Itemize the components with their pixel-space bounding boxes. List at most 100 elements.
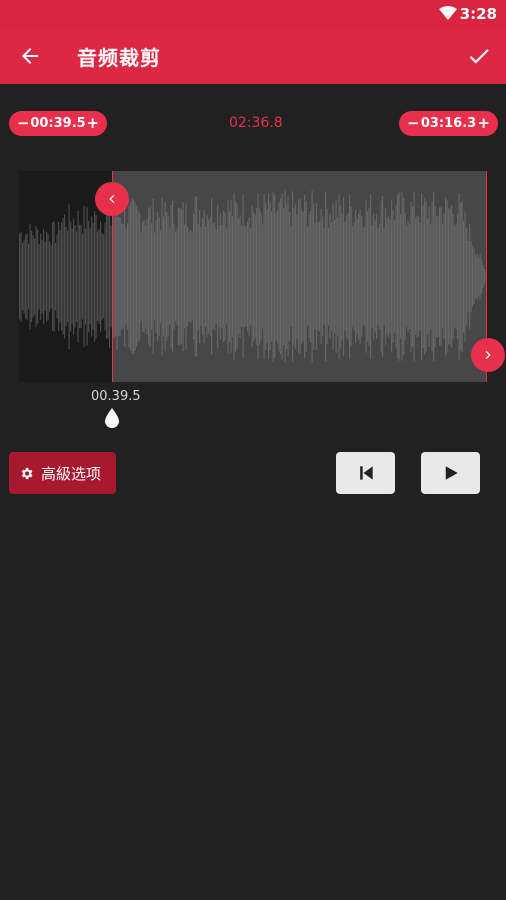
waveform-bar bbox=[341, 213, 343, 340]
waveform-bar bbox=[184, 224, 186, 329]
waveform-bar bbox=[419, 222, 421, 331]
waveform-bar bbox=[460, 202, 462, 351]
start-decrease-button[interactable]: − bbox=[17, 116, 30, 131]
waveform-bar bbox=[454, 225, 456, 328]
waveform-bar bbox=[164, 201, 166, 352]
end-decrease-button[interactable]: − bbox=[407, 116, 420, 131]
waveform-bar bbox=[212, 223, 214, 330]
waveform-bar bbox=[461, 200, 463, 353]
waveform-bar bbox=[46, 231, 48, 322]
waveform-bar bbox=[248, 217, 250, 336]
waveform-bar bbox=[325, 191, 327, 362]
waveform-bar bbox=[415, 218, 417, 335]
waveform-bar bbox=[149, 206, 151, 347]
waveform-bar bbox=[109, 204, 111, 349]
waveform-bar bbox=[125, 228, 127, 325]
selection-duration: 02:36.8 bbox=[229, 115, 283, 131]
waveform-bar bbox=[458, 193, 460, 360]
waveform-bar bbox=[413, 191, 415, 362]
waveform-bar bbox=[146, 218, 148, 334]
waveform-bar bbox=[199, 209, 201, 344]
waveform-bar bbox=[134, 202, 136, 351]
waveform-bar bbox=[313, 203, 315, 350]
waveform-bar bbox=[328, 227, 330, 326]
waveform-bar bbox=[208, 220, 210, 333]
waveform-bar bbox=[451, 205, 453, 348]
waveform-bar bbox=[233, 192, 235, 360]
check-icon[interactable] bbox=[466, 43, 492, 69]
start-increase-button[interactable]: + bbox=[86, 116, 99, 131]
waveform-bar bbox=[251, 205, 253, 348]
waveform-bar bbox=[167, 216, 169, 337]
waveform-bar bbox=[92, 223, 94, 330]
waveform-bar bbox=[397, 194, 399, 359]
waveform-bar bbox=[116, 203, 118, 350]
waveform-bar bbox=[395, 204, 397, 349]
waveform-bar bbox=[335, 200, 337, 353]
playhead-drop-icon[interactable] bbox=[104, 407, 120, 429]
waveform-bar bbox=[250, 227, 252, 326]
waveform-bar bbox=[412, 206, 414, 347]
advanced-options-button[interactable]: 高級选项 bbox=[9, 452, 116, 494]
waveform-bar bbox=[359, 209, 361, 344]
waveform[interactable] bbox=[19, 171, 487, 382]
waveform-bar bbox=[406, 225, 408, 328]
waveform-bar bbox=[227, 199, 229, 354]
start-handle[interactable] bbox=[95, 182, 129, 216]
waveform-bar bbox=[478, 256, 480, 297]
waveform-bar bbox=[160, 229, 162, 324]
waveform-bar bbox=[434, 205, 436, 348]
waveform-bar bbox=[467, 241, 469, 312]
waveform-bar bbox=[71, 228, 73, 325]
waveform-bar bbox=[166, 212, 168, 341]
waveform-bar bbox=[118, 216, 120, 337]
waveform-bar bbox=[64, 214, 66, 339]
waveform-bar bbox=[44, 241, 46, 312]
arrow-left-icon[interactable] bbox=[18, 44, 42, 68]
status-bar: 3:28 bbox=[0, 0, 506, 28]
waveform-bar bbox=[361, 216, 363, 337]
waveform-bar bbox=[314, 223, 316, 330]
waveform-bar bbox=[34, 238, 36, 315]
waveform-bar bbox=[433, 191, 435, 362]
status-time: 3:28 bbox=[459, 5, 497, 23]
waveform-bar bbox=[430, 223, 432, 329]
waveform-bar bbox=[161, 197, 163, 356]
waveform-bar bbox=[418, 216, 420, 337]
waveform-bar bbox=[94, 211, 96, 342]
play-button[interactable] bbox=[421, 452, 480, 494]
waveform-bar bbox=[350, 207, 352, 346]
waveform-bar bbox=[274, 194, 276, 359]
chevron-right-icon bbox=[485, 351, 491, 359]
waveform-bar bbox=[245, 226, 247, 327]
waveform-bar bbox=[157, 212, 159, 341]
waveform-bar bbox=[62, 218, 64, 335]
waveform-bar bbox=[332, 203, 334, 350]
waveform-bar bbox=[481, 259, 483, 294]
waveform-bar bbox=[119, 217, 121, 336]
waveform-bar bbox=[113, 215, 115, 338]
waveform-bar bbox=[299, 198, 301, 355]
waveform-bar bbox=[115, 217, 117, 336]
restart-button[interactable] bbox=[336, 452, 395, 494]
waveform-bar bbox=[275, 212, 277, 341]
waveform-bar bbox=[292, 191, 294, 362]
waveform-area[interactable] bbox=[19, 171, 487, 382]
waveform-bar bbox=[101, 233, 103, 320]
waveform-bar bbox=[307, 227, 309, 326]
start-time-value: 00:39.5 bbox=[30, 116, 86, 131]
waveform-bar bbox=[83, 205, 85, 348]
end-increase-button[interactable]: + bbox=[477, 116, 490, 131]
waveform-bar bbox=[238, 218, 240, 335]
waveform-bar bbox=[22, 242, 24, 311]
end-handle[interactable] bbox=[471, 338, 505, 372]
waveform-bar bbox=[79, 224, 81, 329]
waveform-bar bbox=[286, 204, 288, 349]
waveform-bar bbox=[259, 208, 261, 345]
waveform-bar bbox=[431, 201, 433, 352]
waveform-bar bbox=[442, 224, 444, 329]
waveform-bar bbox=[74, 225, 76, 328]
waveform-bar bbox=[355, 210, 357, 343]
waveform-bar bbox=[235, 201, 237, 352]
waveform-bar bbox=[449, 208, 451, 345]
